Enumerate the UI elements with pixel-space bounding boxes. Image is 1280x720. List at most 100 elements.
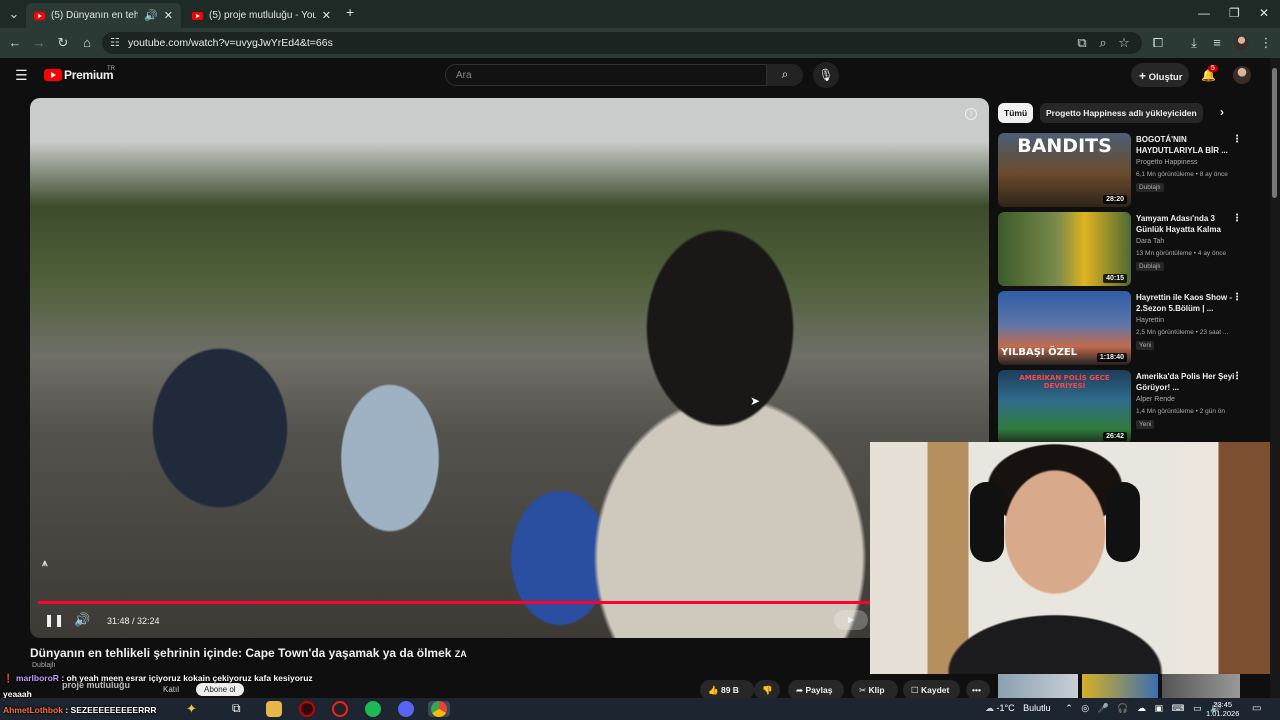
reload-icon[interactable]: ↻ [55, 35, 71, 51]
save-button[interactable]: ☐ Kaydet [903, 680, 960, 700]
video-thumbnail-partial[interactable] [998, 674, 1078, 698]
video-thumbnail-partial[interactable] [1162, 674, 1240, 698]
recommendation-title[interactable]: BOGOTÁ'NIN HAYDUTLARIYLA BİR ... [1136, 134, 1244, 156]
task-view-icon[interactable]: ⧉ [232, 701, 248, 717]
chevron-right-icon[interactable]: › [1220, 105, 1224, 119]
menu-kebab-icon[interactable]: ⋮ [1258, 35, 1274, 51]
speaker-icon[interactable]: 🔊 [144, 9, 158, 22]
voice-search-button[interactable]: 🎙 [813, 62, 839, 88]
chat-message: AhmetLothbok : SEZEEEEEEEEERRR [3, 705, 157, 715]
page-scrollbar[interactable] [1270, 58, 1280, 698]
zoom-icon[interactable]: ⌕ [1095, 35, 1111, 51]
video-thumbnail[interactable]: YILBAŞI ÖZEL 1:18:40 [998, 291, 1131, 365]
video-thumbnail-partial[interactable] [1082, 674, 1158, 698]
notification-center-icon[interactable]: ▭ [1252, 703, 1261, 714]
microphone-icon: 🎙 [818, 68, 834, 82]
clip-button[interactable]: ✂ Klip [851, 680, 898, 700]
download-icon[interactable]: ⤓ [1186, 35, 1202, 51]
spotify-icon[interactable] [365, 701, 381, 717]
recommendation-channel[interactable]: Alper Rende [1136, 396, 1175, 403]
recommendation-channel[interactable]: Hayrettin [1136, 317, 1164, 324]
recommendation-item[interactable]: 40:15 Yamyam Adası'nda 3 Günlük Hayatta … [998, 212, 1268, 288]
weather-temp[interactable]: -1°C [997, 703, 1015, 713]
back-icon[interactable]: ← [7, 35, 23, 50]
close-window-button[interactable]: ✕ [1259, 6, 1269, 20]
like-button[interactable]: 👍 89 B [700, 680, 754, 700]
cast-icon[interactable]: ⧉ [1074, 35, 1090, 51]
youtube-favicon-icon [192, 11, 203, 20]
youtube-logo-icon[interactable] [44, 69, 62, 81]
more-actions-button[interactable]: ••• [966, 680, 990, 700]
address-bar[interactable]: ☷ youtube.com/watch?v=uvygJwYrEd4&t=66s [102, 32, 1142, 54]
copilot-icon[interactable]: ✦ [186, 701, 202, 717]
subscribe-button[interactable]: Abone ol [196, 683, 244, 696]
recommendation-item[interactable]: AMERİKAN POLİS GECE DEVRİYESİ 26:42 Amer… [998, 370, 1268, 446]
join-button[interactable]: Katıl [163, 685, 179, 694]
dislike-button[interactable]: 👎 [754, 680, 780, 700]
recommendation-title[interactable]: Hayrettin ile Kaos Show - 2.Sezon 5.Bölü… [1136, 292, 1244, 314]
browser-tab-active[interactable]: (5) Dünyanın en tehlikeli şe 🔊 ✕ [26, 3, 181, 28]
recommendation-badge: Dublajlı [1136, 262, 1164, 271]
bookmark-star-icon[interactable]: ☆ [1116, 35, 1132, 51]
progress-bar[interactable] [38, 601, 978, 604]
search-input[interactable]: Ara [445, 64, 767, 86]
profile-avatar[interactable] [1234, 35, 1249, 50]
recommendation-channel[interactable]: Progetto Happiness [1136, 159, 1197, 166]
autoplay-toggle[interactable]: ▶ [834, 610, 868, 630]
new-tab-button[interactable]: + [346, 4, 354, 20]
video-duration: 28:20 [1103, 195, 1127, 204]
video-thumbnail[interactable]: AMERİKAN POLİS GECE DEVRİYESİ 26:42 [998, 370, 1131, 444]
progress-fill [38, 601, 962, 604]
minimize-button[interactable]: — [1198, 6, 1210, 20]
more-options-icon[interactable]: ⋮ [1232, 213, 1242, 224]
reading-list-icon[interactable]: ≡ [1209, 35, 1225, 50]
restore-button[interactable]: ❐ [1229, 6, 1240, 20]
browser-toolbar: ← → ↻ ⌂ ☷ youtube.com/watch?v=uvygJwYrEd… [0, 28, 1280, 58]
more-options-icon[interactable]: ⋮ [1232, 134, 1242, 145]
close-tab-icon[interactable]: ✕ [164, 9, 173, 22]
recommendation-channel[interactable]: Dara Tah [1136, 238, 1164, 245]
home-icon[interactable]: ⌂ [79, 35, 95, 50]
adidas-logo-icon: ⩚ [42, 558, 48, 569]
scrollbar-thumb[interactable] [1272, 68, 1277, 198]
save-label: Kaydet [921, 685, 950, 695]
recommendation-item[interactable]: BANDITS 28:20 BOGOTÁ'NIN HAYDUTLARIYLA B… [998, 133, 1268, 209]
logo-text[interactable]: Premium [64, 68, 114, 82]
close-tab-icon[interactable]: ✕ [322, 9, 331, 22]
recommendation-item[interactable]: YILBAŞI ÖZEL 1:18:40 Hayrettin ile Kaos … [998, 291, 1268, 367]
opera-icon[interactable] [299, 701, 315, 717]
tray-icons[interactable]: ⌃ ◎ 🎤 🎧 ☁ ▣ ⌨ ▭ 🔊 [1065, 703, 1224, 713]
more-options-icon[interactable]: ⋮ [1232, 371, 1242, 382]
info-icon[interactable]: i [965, 108, 977, 120]
recommendation-meta: 2,5 Mn görüntüleme • 23 saat ... [1136, 329, 1229, 336]
weather-label[interactable]: Bulutlu [1023, 703, 1051, 713]
search-button[interactable]: ⌕ [767, 64, 803, 86]
tab-search-chevron-icon[interactable]: ⌄ [6, 6, 22, 22]
volume-icon[interactable]: 🔊 [74, 612, 90, 628]
forward-icon[interactable]: → [31, 35, 47, 50]
extensions-icon[interactable]: ⧠ [1150, 35, 1166, 51]
more-options-icon[interactable]: ⋮ [1232, 292, 1242, 303]
video-player[interactable]: i ⩚ ➤ ❚❚ 🔊 31:48 / 32:24 ▶ [30, 98, 989, 638]
recommendation-meta: 1,4 Mn görüntüleme • 2 gün ön [1136, 408, 1226, 415]
recommendation-title[interactable]: Amerika'da Polis Her Şeyi Görüyor! ... [1136, 371, 1244, 393]
discord-icon[interactable] [398, 701, 414, 717]
browser-tab[interactable]: (5) proje mutluluğu - YouTube ✕ [184, 3, 339, 28]
video-thumbnail[interactable]: 40:15 [998, 212, 1131, 286]
system-clock[interactable]: 23:45 1.01.2026 [1206, 700, 1239, 718]
chrome-taskbar-button[interactable] [428, 701, 450, 717]
chip-all[interactable]: Tümü [998, 103, 1034, 123]
recommendation-meta: 13 Mn görüntüleme • 4 ay önce [1136, 250, 1227, 257]
share-button[interactable]: ➦ Paylaş [788, 680, 844, 700]
file-explorer-icon[interactable] [266, 701, 282, 717]
thumbs-up-icon: 👍 [708, 685, 719, 695]
video-thumbnail[interactable]: BANDITS 28:20 [998, 133, 1131, 207]
recommendation-title[interactable]: Yamyam Adası'nda 3 Günlük Hayatta Kalma [1136, 213, 1244, 235]
account-avatar[interactable] [1233, 66, 1251, 84]
app-icon[interactable] [332, 701, 348, 717]
site-info-icon[interactable]: ☷ [110, 36, 120, 49]
create-button[interactable]: + Oluştur [1131, 63, 1189, 87]
pause-button[interactable]: ❚❚ [44, 613, 64, 627]
chip-uploader[interactable]: Progetto Happiness adlı yükleyiciden [1040, 103, 1203, 123]
hamburger-menu-icon[interactable]: ☰ [15, 67, 28, 84]
